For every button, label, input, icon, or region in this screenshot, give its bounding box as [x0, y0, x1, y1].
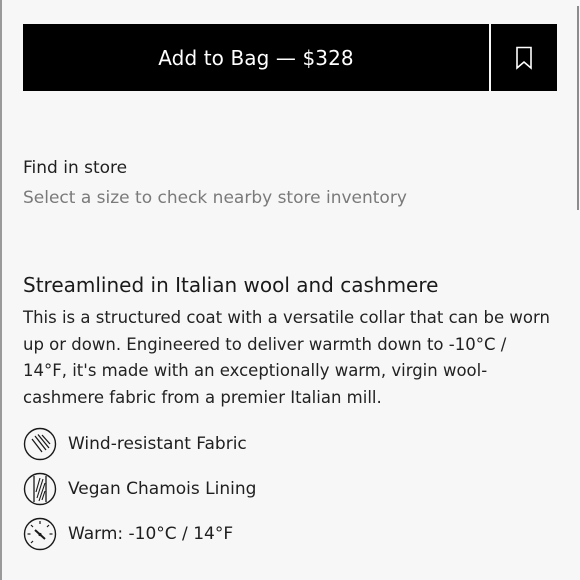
find-in-store-section: Find in store Select a size to check nea… [23, 158, 407, 208]
scrollbar-thumb[interactable] [577, 6, 579, 210]
feature-list: Wind-resistant Fabric Vegan Chamois Lini… [23, 427, 256, 562]
find-in-store-hint: Select a size to check nearby store inve… [23, 188, 407, 208]
product-description: Streamlined in Italian wool and cashmere… [23, 273, 553, 411]
scrollbar[interactable] [577, 0, 579, 580]
product-panel: Add to Bag — $328 Find in store Select a… [0, 0, 580, 580]
feature-label: Wind-resistant Fabric [68, 434, 247, 454]
lining-icon [23, 472, 57, 506]
feature-label: Warm: -10°C / 14°F [68, 524, 234, 544]
feature-label: Vegan Chamois Lining [68, 479, 257, 499]
save-to-wishlist-button[interactable] [491, 24, 557, 91]
gauge-icon [23, 517, 57, 551]
find-in-store-title[interactable]: Find in store [23, 158, 407, 178]
description-body: This is a structured coat with a versati… [23, 308, 550, 407]
wind-resistant-icon [23, 427, 57, 461]
feature-item: Wind-resistant Fabric [23, 427, 256, 461]
left-border [0, 0, 2, 580]
add-to-bag-button[interactable]: Add to Bag — $328 [23, 24, 489, 91]
description-heading: Streamlined in Italian wool and cashmere [23, 273, 439, 297]
purchase-bar: Add to Bag — $328 [23, 24, 557, 91]
feature-item: Warm: -10°C / 14°F [23, 517, 256, 551]
bookmark-icon [516, 46, 532, 70]
feature-item: Vegan Chamois Lining [23, 472, 256, 506]
